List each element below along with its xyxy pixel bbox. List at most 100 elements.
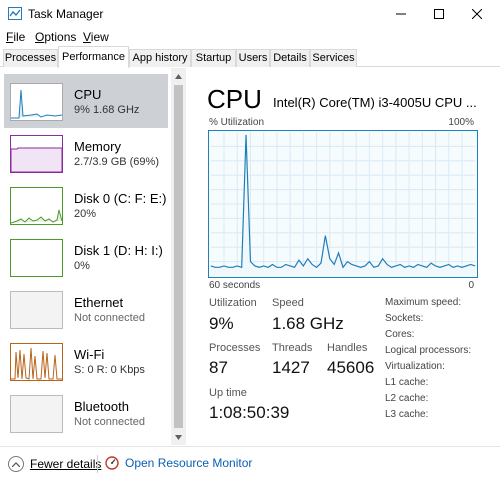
tab-services[interactable]: Services <box>310 49 357 67</box>
tab-app-history[interactable]: App history <box>129 49 191 67</box>
sidebar-item-label: CPU <box>74 87 102 102</box>
sidebar-item-bluetooth[interactable]: Bluetooth Not connected <box>4 386 168 440</box>
sidebar-item-value: 9% 1.68 GHz <box>74 104 140 116</box>
tab-details[interactable]: Details <box>270 49 310 67</box>
x-axis-span-label: 60 seconds <box>209 280 261 291</box>
menu-options-rest: ptions <box>44 30 77 44</box>
panel-title: CPU <box>207 84 262 114</box>
x-axis-zero-label: 0 <box>468 280 474 291</box>
disk0-thumbnail <box>10 187 63 225</box>
tab-users[interactable]: Users <box>236 49 270 67</box>
tab-startup[interactable]: Startup <box>191 49 236 67</box>
close-button[interactable] <box>460 0 494 28</box>
sidebar-item-value: Not connected <box>74 312 145 324</box>
window-title: Task Manager <box>28 7 104 21</box>
sidebar-scrollbar[interactable] <box>171 68 186 445</box>
spec-logical-processors: Logical processors: <box>385 345 472 356</box>
footer-bar: Fewer details Open Resource Monitor <box>0 446 500 483</box>
menu-bar: File Options View <box>0 28 500 46</box>
disk1-thumbnail <box>10 239 63 277</box>
sidebar-item-value: Not connected <box>74 416 145 428</box>
tab-processes[interactable]: Processes <box>3 49 58 67</box>
menu-options[interactable]: Options <box>35 30 76 44</box>
wifi-thumb-graph <box>11 347 62 380</box>
footer-divider <box>97 455 98 473</box>
menu-file[interactable]: File <box>6 30 25 44</box>
sidebar-item-label: Disk 0 (C: F: E:) <box>74 191 167 206</box>
sidebar-item-value: 2.7/3.9 GB (69%) <box>74 156 159 168</box>
scroll-up-icon <box>175 73 182 79</box>
scroll-down-icon <box>175 434 182 440</box>
sidebar-item-label: Ethernet <box>74 295 124 310</box>
sidebar-item-label: Bluetooth <box>74 399 129 414</box>
sidebar-item-value: S: 0 R: 0 Kbps <box>74 364 145 376</box>
y-axis-label: % Utilization <box>209 117 265 128</box>
fewer-details-button[interactable]: Fewer details <box>8 456 101 472</box>
cpu-thumbnail <box>10 83 63 121</box>
menu-view-rest: iew <box>90 30 109 44</box>
sidebar-item-disk-0[interactable]: Disk 0 (C: F: E:) 20% <box>4 178 168 232</box>
spec-max-speed: Maximum speed: <box>385 297 462 308</box>
sidebar-item-value: 0% <box>74 260 90 272</box>
chevron-up-icon <box>8 456 24 472</box>
cpu-thumb-graph <box>11 89 62 119</box>
y-axis-max: 100% <box>448 117 474 128</box>
sidebar-item-wifi[interactable]: Wi-Fi S: 0 R: 0 Kbps <box>4 334 168 388</box>
cpu-model-name: Intel(R) Core(TM) i3-4005U CPU ... <box>273 95 477 110</box>
utilization-label: Utilization <box>209 297 257 309</box>
cpu-detail-panel: CPU Intel(R) Core(TM) i3-4005U CPU ... %… <box>196 68 496 445</box>
maximize-button[interactable] <box>422 0 456 28</box>
handles-label: Handles <box>327 342 368 354</box>
tab-performance[interactable]: Performance <box>58 46 129 68</box>
menu-view-accel: V <box>83 30 91 44</box>
threads-value: 1427 <box>272 358 310 377</box>
sidebar-item-cpu[interactable]: CPU 9% 1.68 GHz <box>4 74 168 128</box>
tab-strip: Processes Performance App history Startu… <box>0 46 500 68</box>
cpu-utilization-graph <box>208 130 478 278</box>
utilization-value: 9% <box>209 314 234 333</box>
task-manager-icon <box>8 7 22 20</box>
close-icon <box>472 9 482 19</box>
spec-l3-cache: L3 cache: <box>385 409 429 420</box>
memory-thumb-graph <box>11 147 62 172</box>
uptime-label: Up time <box>209 387 247 399</box>
uptime-value: 1:08:50:39 <box>209 403 290 422</box>
scroll-thumb[interactable] <box>174 85 183 428</box>
processes-label: Processes <box>209 342 261 354</box>
sidebar-item-disk-1[interactable]: Disk 1 (D: H: I:) 0% <box>4 230 168 284</box>
minimize-icon <box>396 13 406 15</box>
resource-sidebar: CPU 9% 1.68 GHz Memory 2.7/3.9 GB (69%) … <box>0 68 186 445</box>
sidebar-item-memory[interactable]: Memory 2.7/3.9 GB (69%) <box>4 126 168 180</box>
title-bar: Task Manager <box>0 0 500 28</box>
scroll-up-button[interactable] <box>171 68 186 84</box>
menu-view[interactable]: View <box>83 30 109 44</box>
disk0-thumb-graph <box>11 209 62 224</box>
processes-value: 87 <box>209 358 228 377</box>
spec-sockets: Sockets: <box>385 313 424 324</box>
sidebar-item-value: 20% <box>74 208 97 220</box>
maximize-icon <box>434 9 444 19</box>
speed-value: 1.68 GHz <box>272 314 344 333</box>
resource-monitor-icon <box>105 456 119 470</box>
spec-virtualization: Virtualization: <box>385 361 445 372</box>
bluetooth-thumbnail <box>10 395 63 433</box>
wifi-thumbnail <box>10 343 63 381</box>
open-resource-monitor-label: Open Resource Monitor <box>125 456 253 470</box>
scroll-down-button[interactable] <box>171 429 186 445</box>
ethernet-thumbnail <box>10 291 63 329</box>
handles-value: 45606 <box>327 358 375 377</box>
minimize-button[interactable] <box>384 0 418 28</box>
speed-label: Speed <box>272 297 304 309</box>
fewer-details-label: Fewer details <box>30 457 102 471</box>
sidebar-item-label: Memory <box>74 139 121 154</box>
memory-thumbnail <box>10 135 63 173</box>
sidebar-item-ethernet[interactable]: Ethernet Not connected <box>4 282 168 336</box>
spec-l1-cache: L1 cache: <box>385 377 429 388</box>
sidebar-item-label: Disk 1 (D: H: I:) <box>74 243 163 258</box>
spec-l2-cache: L2 cache: <box>385 393 429 404</box>
spec-cores: Cores: <box>385 329 415 340</box>
menu-options-accel: O <box>35 30 45 44</box>
open-resource-monitor-link[interactable]: Open Resource Monitor <box>105 456 252 470</box>
menu-file-rest: ile <box>13 30 26 44</box>
sidebar-item-label: Wi-Fi <box>74 347 105 362</box>
